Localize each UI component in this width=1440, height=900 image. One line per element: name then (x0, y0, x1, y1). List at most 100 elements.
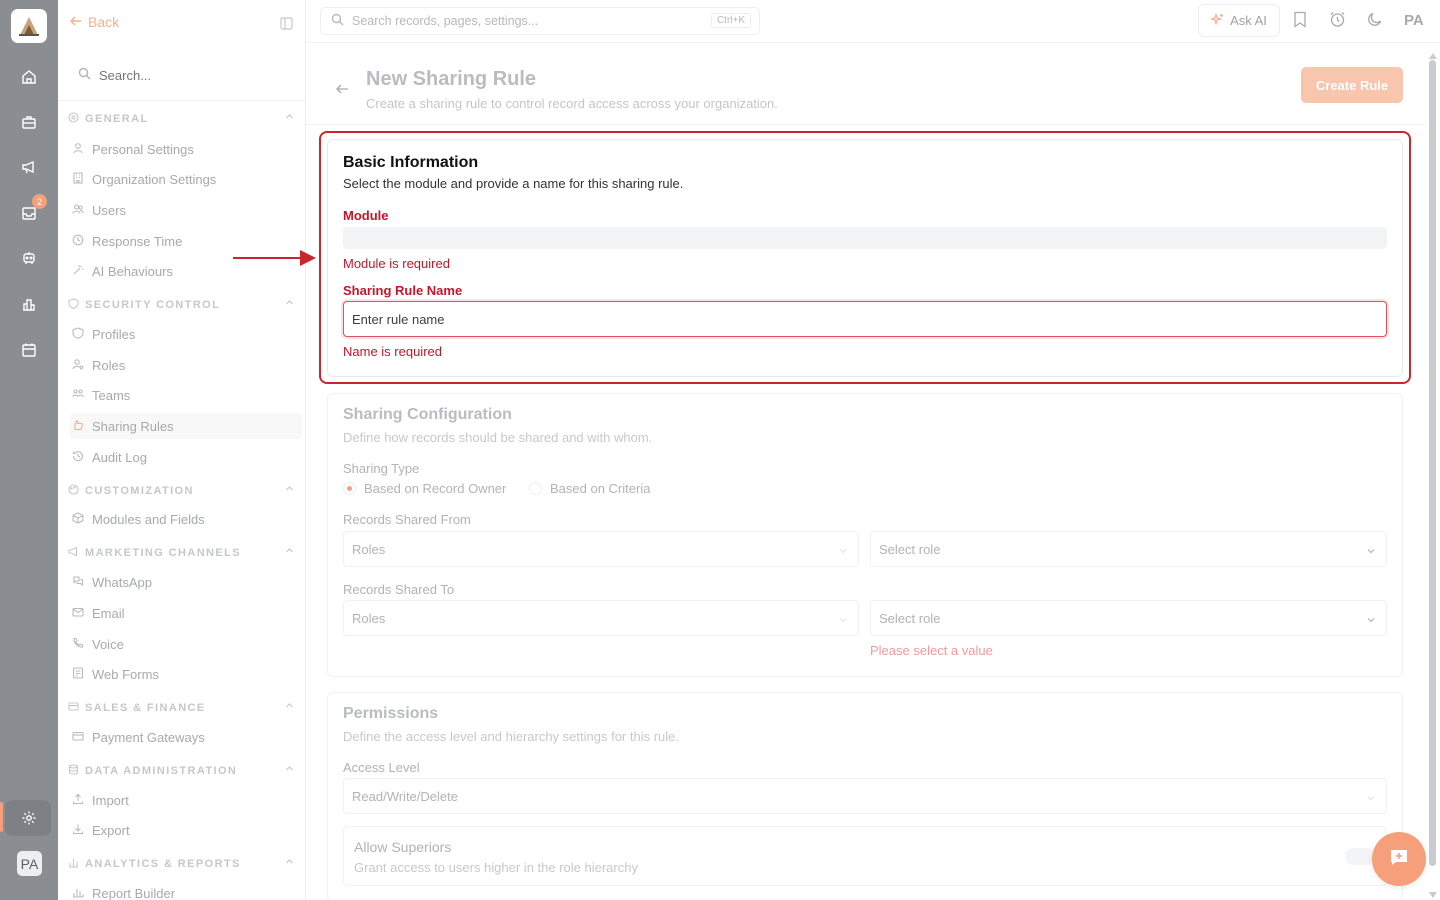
page-back-button[interactable] (335, 82, 349, 99)
home-icon[interactable] (18, 66, 40, 88)
moon-icon[interactable] (1367, 11, 1383, 30)
records-shared-from-label: Records Shared From (343, 512, 471, 527)
radio-dot[interactable] (529, 482, 542, 495)
module-label: Module (343, 208, 389, 223)
sidebar-search-input[interactable] (99, 67, 279, 83)
radio-criteria[interactable]: Based on Criteria (529, 481, 650, 496)
sidebar-item-voice[interactable]: Voice (70, 631, 302, 657)
section-analytics-reports[interactable]: ANALYTICS & REPORTS (68, 857, 294, 871)
shared-to-type-select[interactable]: Roles (343, 600, 859, 636)
sharing-rule-name-label: Sharing Rule Name (343, 283, 463, 298)
chevron-down-icon (1366, 613, 1376, 628)
palette-icon (68, 484, 79, 498)
mail-icon (72, 606, 84, 621)
back-link[interactable]: Back (70, 14, 119, 30)
section-general[interactable]: GENERAL (68, 112, 294, 126)
shared-to-error: Please select a value (870, 643, 993, 658)
clock-icon (72, 234, 84, 249)
sidebar-item-users[interactable]: Users (70, 197, 302, 223)
chevron-down-icon (838, 613, 848, 628)
module-error: Module is required (343, 256, 450, 271)
chevron-up-icon[interactable] (285, 764, 294, 776)
sidebar-collapse-icon[interactable] (280, 17, 293, 33)
sparkle-icon (1209, 11, 1224, 29)
shared-from-type-select[interactable]: Roles (343, 531, 859, 567)
shield-icon (68, 298, 79, 312)
sidebar-item-export[interactable]: Export (70, 817, 302, 843)
search-icon (78, 67, 91, 83)
shared-from-role-select[interactable]: Select role (870, 531, 1387, 567)
module-select[interactable] (343, 227, 1387, 249)
sharing-rule-name-input[interactable] (343, 301, 1387, 337)
bar-chart-icon (68, 857, 79, 871)
radio-record-owner[interactable]: Based on Record Owner (343, 481, 506, 496)
bookmark-icon[interactable] (1293, 11, 1307, 31)
global-search[interactable]: Search records, pages, settings... Ctrl+… (320, 7, 760, 35)
chevron-up-icon[interactable] (285, 298, 294, 310)
user-avatar[interactable]: PA (17, 851, 42, 876)
megaphone-icon[interactable] (18, 156, 40, 178)
sidebar-item-sharing-rules[interactable]: Sharing Rules (70, 413, 302, 439)
app-logo[interactable] (11, 9, 47, 43)
scrollbar-thumb[interactable] (1429, 60, 1436, 866)
divider (306, 124, 1426, 125)
building-icon (72, 171, 84, 187)
sidebar-item-whatsapp[interactable]: WhatsApp (70, 569, 302, 595)
sidebar-item-email[interactable]: Email (70, 600, 302, 626)
bar-chart-icon[interactable] (18, 293, 40, 315)
sidebar-item-teams[interactable]: Teams (70, 382, 302, 408)
users-icon (72, 203, 84, 218)
create-rule-button[interactable]: Create Rule (1301, 67, 1403, 103)
chevron-up-icon[interactable] (285, 701, 294, 713)
team-icon (72, 388, 84, 403)
sidebar-item-roles[interactable]: Roles (70, 352, 302, 378)
allow-superiors-subtitle: Grant access to users higher in the role… (354, 860, 638, 875)
message-plus-icon (1388, 847, 1410, 872)
sidebar-item-modules-and-fields[interactable]: Modules and Fields (70, 506, 302, 532)
page-scrollbar[interactable] (1426, 43, 1440, 900)
chevron-up-icon[interactable] (285, 546, 294, 558)
sidebar-item-payment-gateways[interactable]: Payment Gateways (70, 724, 302, 750)
access-level-select[interactable]: Read/Write/Delete (343, 778, 1387, 814)
chevron-up-icon[interactable] (285, 857, 294, 869)
chevron-up-icon[interactable] (285, 112, 294, 124)
user-menu-avatar[interactable]: PA (1404, 12, 1424, 29)
robot-icon[interactable] (18, 247, 40, 269)
ask-ai-button[interactable]: Ask AI (1198, 4, 1280, 37)
section-marketing-channels[interactable]: MARKETING CHANNELS (68, 546, 294, 560)
sidebar-item-organization-settings[interactable]: Organization Settings (70, 166, 302, 192)
sidebar-item-label: Export (92, 822, 130, 838)
section-sales-finance[interactable]: SALES & FINANCE (68, 701, 294, 715)
chevron-up-icon[interactable] (285, 484, 294, 496)
alarm-clock-icon[interactable] (1329, 11, 1346, 31)
select-value: Roles (352, 541, 386, 557)
sidebar-item-audit-log[interactable]: Audit Log (70, 444, 302, 470)
sidebar-item-profiles[interactable]: Profiles (70, 321, 302, 347)
sidebar-item-label: Roles (92, 357, 126, 373)
shared-to-role-select[interactable]: Select role (870, 600, 1387, 636)
history-icon (72, 450, 84, 465)
briefcase-icon[interactable] (18, 111, 40, 133)
highlight-box (319, 131, 1411, 384)
sidebar-search[interactable] (68, 55, 296, 95)
section-security-control[interactable]: SECURITY CONTROL (68, 298, 294, 312)
scroll-down-icon[interactable] (1429, 886, 1437, 900)
chevron-down-icon (1366, 791, 1376, 806)
section-customization[interactable]: CUSTOMIZATION (68, 484, 294, 498)
section-data-administration[interactable]: DATA ADMINISTRATION (68, 764, 294, 778)
allow-superiors-toggle[interactable] (1345, 848, 1375, 865)
sidebar-item-import[interactable]: Import (70, 787, 302, 813)
radio-dot-selected[interactable] (343, 482, 356, 495)
chat-fab-button[interactable] (1372, 832, 1426, 886)
settings-icon[interactable] (18, 807, 40, 829)
sidebar-item-report-builder[interactable]: Report Builder (70, 880, 302, 900)
radio-label: Based on Criteria (550, 481, 651, 496)
basic-information-subtitle: Select the module and provide a name for… (343, 176, 684, 191)
chat-icon (72, 575, 84, 590)
sidebar-item-web-forms[interactable]: Web Forms (70, 661, 302, 687)
shortcut-hint: Ctrl+K (710, 13, 751, 28)
access-level-label: Access Level (343, 760, 420, 775)
sidebar-item-personal-settings[interactable]: Personal Settings (70, 136, 302, 162)
active-indicator (0, 802, 3, 832)
calendar-icon[interactable] (18, 339, 40, 361)
